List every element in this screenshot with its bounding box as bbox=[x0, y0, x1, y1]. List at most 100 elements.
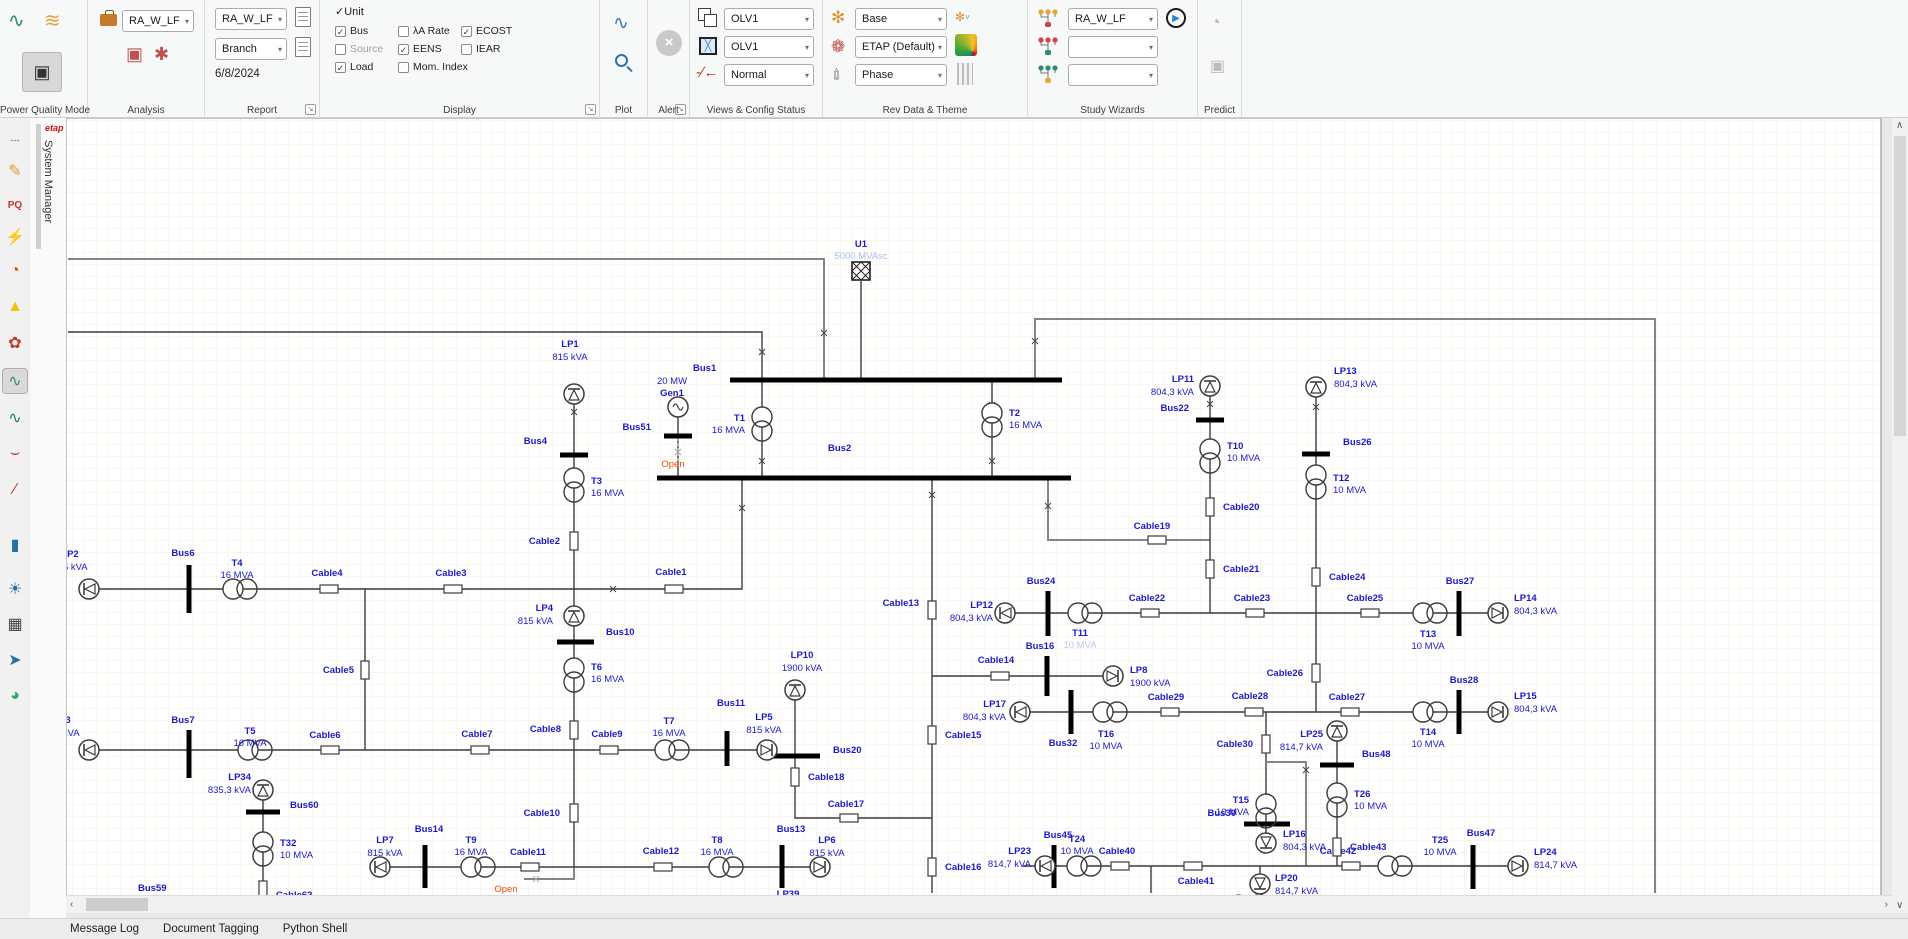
cable-cable16[interactable] bbox=[928, 858, 936, 876]
checkbox-box[interactable]: ✓ bbox=[461, 26, 472, 37]
study-wizard-dropdown-2[interactable]: ▾ bbox=[1068, 36, 1158, 58]
load-lp4[interactable] bbox=[564, 606, 584, 626]
bus-bus26[interactable] bbox=[1302, 452, 1330, 457]
cable-cable4[interactable] bbox=[320, 585, 338, 593]
marker-icon[interactable]: ✎ bbox=[2, 158, 28, 184]
cable-cable20[interactable] bbox=[1206, 498, 1214, 516]
scroll-left-icon[interactable]: ‹ bbox=[70, 899, 73, 910]
checkbox--a-rate[interactable]: λA Rate bbox=[398, 22, 468, 40]
bus-bus6[interactable] bbox=[187, 565, 192, 613]
waveform-icon[interactable]: ∿ bbox=[2, 368, 28, 394]
load-lp12[interactable] bbox=[995, 603, 1015, 623]
vertical-scroll-thumb[interactable] bbox=[1894, 136, 1906, 436]
bus-bus51[interactable] bbox=[664, 434, 692, 439]
analysis-scenario-dropdown[interactable]: RA_W_LF▾ bbox=[122, 10, 194, 32]
revision-more-icon[interactable]: ✻˅ bbox=[955, 10, 970, 24]
bus-bus28[interactable] bbox=[1457, 690, 1462, 734]
checkbox-bus[interactable]: ✓Bus bbox=[335, 22, 383, 40]
report-type-dropdown[interactable]: Branch▾ bbox=[215, 38, 287, 60]
bus-bus24[interactable] bbox=[1046, 591, 1051, 636]
plot-analyzer-icon[interactable] bbox=[615, 54, 628, 67]
pq-balance-icon[interactable]: PQ bbox=[2, 192, 28, 218]
bus-bus20[interactable] bbox=[772, 754, 820, 759]
bus-bus14[interactable] bbox=[423, 845, 428, 888]
report-format-dropdown[interactable]: RA_W_LF▾ bbox=[215, 8, 287, 30]
checkbox-box[interactable] bbox=[461, 44, 472, 55]
panel-rail[interactable] bbox=[36, 124, 41, 249]
config-status-dropdown[interactable]: Normal▾ bbox=[724, 64, 814, 86]
cable-cable28[interactable] bbox=[1245, 708, 1263, 716]
transient-icon[interactable]: ∿ bbox=[2, 405, 28, 431]
scroll-up-icon[interactable]: ∧ bbox=[1896, 120, 1903, 131]
plot-chart-icon[interactable]: ∿ bbox=[613, 12, 629, 35]
cable-cable14[interactable] bbox=[991, 672, 1009, 680]
cable-cable42[interactable] bbox=[1342, 862, 1360, 870]
bus-bus32[interactable] bbox=[1069, 690, 1074, 734]
checkbox-box[interactable]: ✓ bbox=[335, 62, 346, 73]
cable-cable41[interactable] bbox=[1184, 862, 1202, 870]
renewable-icon[interactable]: ☀ bbox=[2, 576, 28, 602]
load-lp17[interactable] bbox=[1010, 702, 1030, 722]
load-lp10[interactable] bbox=[785, 680, 805, 700]
cable-cable30[interactable] bbox=[1262, 735, 1270, 753]
bus-bus11[interactable] bbox=[725, 731, 730, 766]
study-wizard-dropdown-3[interactable]: ▾ bbox=[1068, 64, 1158, 86]
load-lp8[interactable] bbox=[1103, 666, 1123, 686]
load-lp3[interactable] bbox=[79, 740, 99, 760]
cable-cable9[interactable] bbox=[600, 746, 618, 754]
scroll-right-icon[interactable]: › bbox=[1885, 899, 1888, 910]
utility-u1[interactable] bbox=[852, 262, 870, 280]
pq-curve-icon[interactable]: ⌣ bbox=[2, 440, 28, 466]
cable-cable22[interactable] bbox=[1141, 609, 1159, 617]
theme-dropdown[interactable]: ETAP (Default)▾ bbox=[855, 36, 947, 58]
load-lp14[interactable] bbox=[1488, 603, 1508, 623]
tab-python-shell[interactable]: Python Shell bbox=[271, 919, 360, 939]
cable-cable10[interactable] bbox=[570, 804, 578, 822]
cable-cable3[interactable] bbox=[444, 585, 462, 593]
load-lp5[interactable] bbox=[757, 740, 777, 760]
cable-cable2[interactable] bbox=[570, 532, 578, 550]
cable-cable15[interactable] bbox=[928, 726, 936, 744]
load-lp20[interactable] bbox=[1250, 874, 1270, 894]
etrax-train-icon[interactable]: ➤ bbox=[2, 647, 28, 673]
bus-bus30[interactable] bbox=[1244, 822, 1290, 827]
load-lp11[interactable] bbox=[1200, 376, 1220, 396]
bus-bus4[interactable] bbox=[560, 453, 588, 458]
bus-bus2[interactable] bbox=[657, 476, 1071, 481]
checkbox-box[interactable] bbox=[398, 26, 409, 37]
cable-cable27[interactable] bbox=[1341, 708, 1359, 716]
cable-cable24[interactable] bbox=[1312, 568, 1320, 586]
vertical-scrollbar[interactable]: ∧ ∨ bbox=[1892, 118, 1908, 913]
unit-option[interactable]: ✓Unit bbox=[335, 5, 364, 18]
checkbox-box[interactable] bbox=[335, 44, 346, 55]
load-lp7[interactable] bbox=[370, 857, 390, 877]
run-study-button[interactable]: ▶ bbox=[1166, 8, 1186, 28]
dashboard-icon[interactable]: ◕ bbox=[2, 683, 28, 709]
switch-sequence-icon[interactable]: ∕ bbox=[2, 477, 28, 503]
gradient-icon[interactable] bbox=[957, 63, 973, 85]
cable-cable29[interactable] bbox=[1161, 708, 1179, 716]
cable-cable23[interactable] bbox=[1246, 609, 1264, 617]
cable-cable26[interactable] bbox=[1312, 664, 1320, 682]
checkbox-box[interactable]: ✓ bbox=[398, 44, 409, 55]
load-lp24[interactable] bbox=[1508, 856, 1528, 876]
cable-cable43[interactable] bbox=[1333, 838, 1341, 856]
cable-cable17[interactable] bbox=[840, 814, 858, 822]
load-lp15[interactable] bbox=[1488, 702, 1508, 722]
bus-bus7[interactable] bbox=[187, 730, 192, 778]
generator-gen1[interactable] bbox=[668, 397, 688, 417]
bus-bus27[interactable] bbox=[1457, 591, 1462, 636]
cable-cable12[interactable] bbox=[654, 863, 672, 871]
bus-bus48[interactable] bbox=[1320, 763, 1354, 768]
view-dropdown[interactable]: OLV1▾ bbox=[724, 8, 814, 30]
report-view-icon[interactable] bbox=[295, 37, 311, 57]
cable-cable13[interactable] bbox=[928, 601, 936, 619]
checkbox-box[interactable]: ✓ bbox=[335, 26, 346, 37]
motor-starting-icon[interactable]: ▮ bbox=[2, 532, 28, 558]
bus-bus1[interactable] bbox=[730, 378, 1062, 383]
bus-bus47[interactable] bbox=[1471, 845, 1476, 889]
cable-cable40[interactable] bbox=[1111, 862, 1129, 870]
reliability-icon[interactable]: ✿ bbox=[2, 330, 28, 356]
bus-bus22[interactable] bbox=[1196, 418, 1224, 423]
cable-cable1[interactable] bbox=[665, 585, 683, 593]
